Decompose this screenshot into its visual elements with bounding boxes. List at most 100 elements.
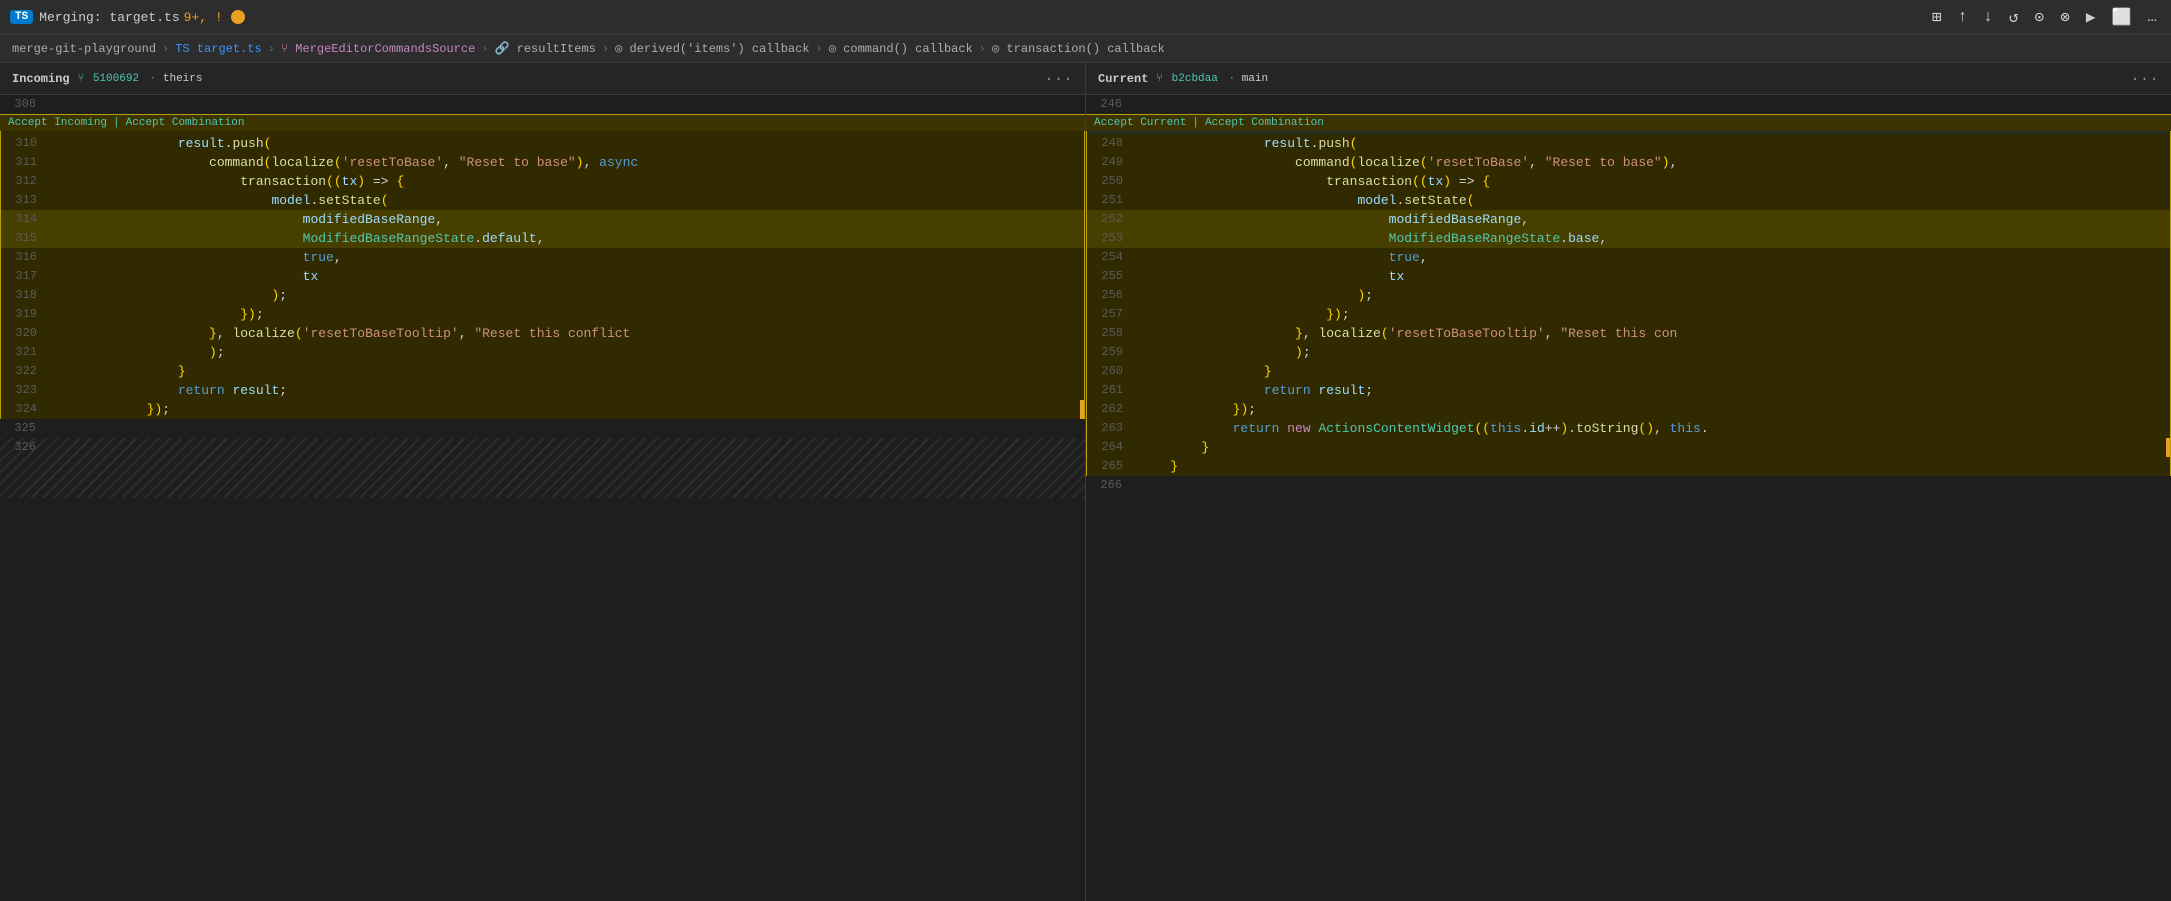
line-content-324: }); — [49, 400, 1084, 419]
table-row: 323 return result; — [1, 381, 1084, 400]
line-num-250: 250 — [1087, 172, 1135, 191]
table-row: 260 } — [1087, 362, 2170, 381]
line-num-259: 259 — [1087, 343, 1135, 362]
split-icon[interactable]: ⊞ — [1928, 5, 1946, 29]
left-pane: Incoming ⑂ 5100692 · theirs ··· 308 — [0, 63, 1086, 901]
left-branch-name: theirs — [163, 73, 203, 85]
line-num-316: 316 — [1, 248, 49, 267]
title-bar: TS Merging: target.ts 9+, ! ⊞ ↑ ↓ ↺ ⊙ ⊗ … — [0, 0, 2171, 35]
table-row: 317 tx — [1, 267, 1084, 286]
breadcrumb-root[interactable]: merge-git-playground — [12, 42, 156, 56]
line-content-252: modifiedBaseRange, — [1135, 210, 2170, 229]
line-num-249: 249 — [1087, 153, 1135, 172]
breadcrumb-resultitems[interactable]: 🔗 resultItems — [495, 41, 596, 56]
breadcrumb-merge[interactable]: ⑂ MergeEditorCommandsSource — [281, 42, 475, 56]
editor-area: Incoming ⑂ 5100692 · theirs ··· 308 — [0, 63, 2171, 901]
circle2-icon[interactable]: ⊗ — [2056, 5, 2074, 29]
line-content-321: ); — [49, 343, 1084, 362]
more-icon[interactable]: … — [2143, 6, 2161, 28]
table-row: 310 result.push( — [1, 134, 1084, 153]
circle1-icon[interactable]: ⊙ — [2031, 5, 2049, 29]
breadcrumb-ts[interactable]: TS target.ts — [175, 42, 261, 56]
line-num-313: 313 — [1, 191, 49, 210]
accept-current-btn[interactable]: Accept Current — [1094, 117, 1186, 129]
line-num-312: 312 — [1, 172, 49, 191]
breadcrumb-transaction[interactable]: ◎ transaction() callback — [992, 41, 1165, 56]
line-content-258: }, localize('resetToBaseTooltip', "Reset… — [1135, 324, 2170, 343]
right-branch-dot: · — [1228, 73, 1235, 85]
incoming-label: Incoming — [12, 72, 70, 86]
right-scroll-marker — [2166, 438, 2170, 457]
left-branch-icon: ⑂ — [78, 73, 85, 85]
table-row: 261 return result; — [1087, 381, 2170, 400]
table-row: 248 result.push( — [1087, 134, 2170, 153]
line-content-250: transaction((tx) => { — [1135, 172, 2170, 191]
accept-combination-left-btn[interactable]: Accept Combination — [126, 117, 245, 129]
table-row: 321 ); — [1, 343, 1084, 362]
line-num-251: 251 — [1087, 191, 1135, 210]
right-branch-name: main — [1242, 73, 1268, 85]
title-bar-actions: ⊞ ↑ ↓ ↺ ⊙ ⊗ ▶ ⬜ … — [1928, 5, 2161, 29]
breadcrumb-command[interactable]: ◎ command() callback — [829, 41, 973, 56]
line-content-262: }); — [1135, 400, 2170, 419]
table-row: 262 }); — [1087, 400, 2170, 419]
line-content-320: }, localize('resetToBaseTooltip', "Reset… — [49, 324, 1084, 343]
accept-combination-right-btn[interactable]: Accept Combination — [1205, 117, 1324, 129]
line-num-325: 325 — [0, 419, 48, 438]
conflict-block-right: Accept Current | Accept Combination 247 … — [1086, 114, 2171, 476]
line-num-253: 253 — [1087, 229, 1135, 248]
layout-icon[interactable]: ⬜ — [2107, 5, 2135, 29]
table-row: 318 ); — [1, 286, 1084, 305]
undo-icon[interactable]: ↺ — [2005, 5, 2023, 29]
line-num-266: 266 — [1086, 476, 1134, 495]
line-content-256: ); — [1135, 286, 2170, 305]
unsaved-dot — [231, 10, 245, 24]
scroll-marker — [1080, 400, 1084, 419]
table-row: 257 }); — [1087, 305, 2170, 324]
table-row: 258 }, localize('resetToBaseTooltip', "R… — [1087, 324, 2170, 343]
table-row: 263 return new ActionsContentWidget((thi… — [1087, 419, 2170, 438]
right-menu[interactable]: ··· — [2130, 70, 2159, 88]
right-commit-hash: b2cbdaa — [1172, 73, 1218, 85]
line-num-265: 265 — [1087, 457, 1135, 476]
title-text: Merging: target.ts — [39, 10, 179, 25]
line-content-264: } — [1135, 438, 2170, 457]
line-content-318: ); — [49, 286, 1084, 305]
table-row: 266 — [1086, 476, 2171, 495]
table-row: 254 true, — [1087, 248, 2170, 267]
accept-incoming-btn[interactable]: Accept Incoming — [8, 117, 107, 129]
line-num-255: 255 — [1087, 267, 1135, 286]
table-row: 252 modifiedBaseRange, — [1087, 210, 2170, 229]
table-row: 312 transaction((tx) => { — [1, 172, 1084, 191]
down-icon[interactable]: ↓ — [1979, 6, 1997, 28]
right-lines: 246 Accept Current | Accept Combination — [1086, 95, 2171, 901]
left-code-area[interactable]: 308 Accept Incoming | Accept Combination — [0, 95, 1085, 901]
table-row: 251 model.setState( — [1087, 191, 2170, 210]
breadcrumb-derived[interactable]: ◎ derived('items') callback — [615, 41, 809, 56]
line-content-260: } — [1135, 362, 2170, 381]
line-num-326: 326 — [0, 438, 48, 457]
left-menu[interactable]: ··· — [1044, 70, 1073, 88]
line-content-255: tx — [1135, 267, 2170, 286]
play-icon[interactable]: ▶ — [2082, 5, 2100, 29]
line-num-321: 321 — [1, 343, 49, 362]
line-content-312: transaction((tx) => { — [49, 172, 1084, 191]
table-row: 311 command(localize('resetToBase', "Res… — [1, 153, 1084, 172]
table-row: 259 ); — [1087, 343, 2170, 362]
line-content-315: ModifiedBaseRangeState.default, — [49, 229, 1084, 248]
line-num-323: 323 — [1, 381, 49, 400]
line-content-317: tx — [49, 267, 1084, 286]
up-icon[interactable]: ↑ — [1954, 6, 1972, 28]
line-num-262: 262 — [1087, 400, 1135, 419]
line-num-248: 248 — [1087, 134, 1135, 153]
right-conflict-header: Accept Current | Accept Combination — [1086, 115, 2171, 131]
right-code-area[interactable]: 246 Accept Current | Accept Combination — [1086, 95, 2171, 901]
line-content-319: }); — [49, 305, 1084, 324]
line-num-257: 257 — [1087, 305, 1135, 324]
left-lines: 308 Accept Incoming | Accept Combination — [0, 95, 1085, 901]
line-num-256: 256 — [1087, 286, 1135, 305]
table-row: 326 — [0, 438, 1085, 498]
line-num-260: 260 — [1087, 362, 1135, 381]
line-num-264: 264 — [1087, 438, 1135, 457]
line-num-322: 322 — [1, 362, 49, 381]
